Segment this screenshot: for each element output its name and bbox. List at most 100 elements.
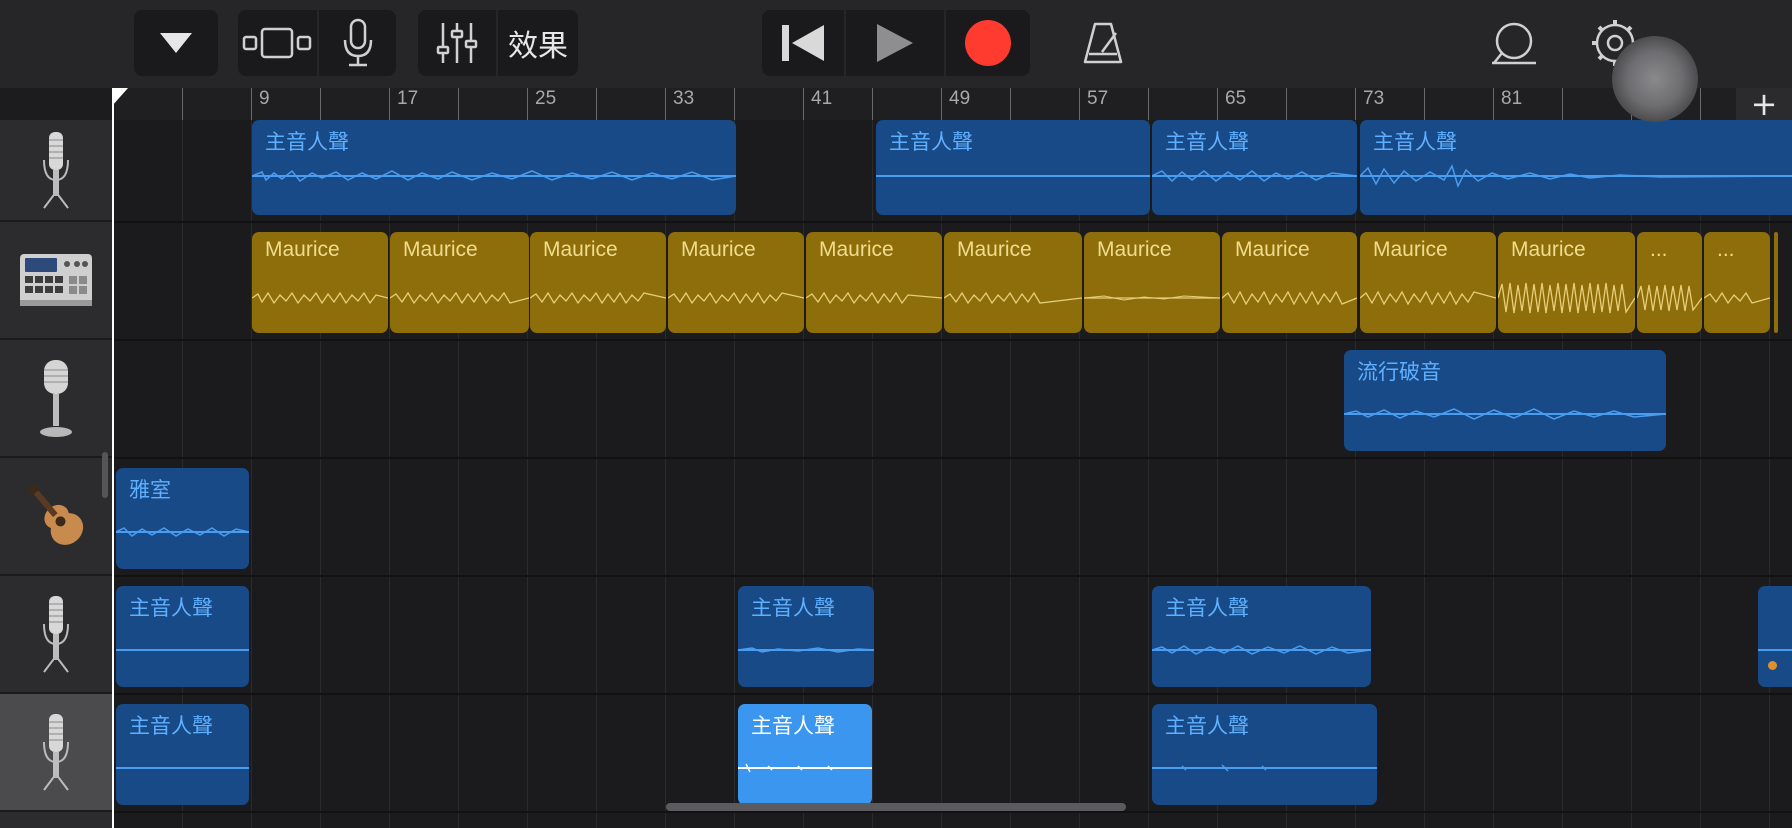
playhead[interactable] — [112, 88, 114, 828]
waveform — [1637, 284, 1702, 312]
waveform — [116, 527, 249, 537]
drummer-region[interactable]: Maurice — [252, 232, 388, 333]
record-icon — [965, 20, 1011, 66]
record-button[interactable] — [946, 10, 1030, 76]
drummer-region[interactable]: Maurice — [390, 232, 529, 333]
audio-region[interactable]: 雅室 — [116, 468, 249, 569]
ruler-bar-number: 25 — [535, 88, 557, 109]
region-label: Maurice — [819, 238, 894, 261]
track-header-1[interactable] — [0, 120, 112, 222]
ruler-bar-number: 57 — [1087, 88, 1109, 109]
vertical-scrollbar[interactable] — [102, 452, 108, 498]
track-header-4[interactable] — [0, 458, 112, 576]
waveform — [390, 291, 529, 305]
waveform — [116, 649, 249, 651]
tracks-view-button[interactable] — [238, 10, 316, 76]
audio-region[interactable]: 主音人聲 — [1152, 704, 1377, 805]
region-label: Maurice — [957, 238, 1032, 261]
region-label: 流行破音 — [1357, 360, 1441, 384]
region-label: 主音人聲 — [1165, 130, 1249, 154]
studio-microphone-icon — [43, 596, 69, 673]
track-header-5[interactable] — [0, 576, 112, 694]
drummer-region[interactable]: Maurice — [1222, 232, 1357, 333]
waveform — [738, 647, 874, 653]
loop-browser-button[interactable] — [1478, 10, 1548, 76]
playhead-handle[interactable] — [112, 88, 128, 106]
waveform — [1084, 295, 1220, 301]
skip-back-icon — [782, 25, 824, 61]
tracks-menu-button[interactable] — [134, 10, 218, 76]
region-label: Maurice — [1511, 238, 1586, 261]
rewind-button[interactable] — [762, 10, 844, 76]
ruler-bar-number: 65 — [1225, 88, 1247, 109]
drummer-region[interactable]: ... — [1637, 232, 1702, 333]
region-label: 主音人聲 — [1165, 596, 1249, 620]
drummer-region[interactable]: Maurice — [944, 232, 1082, 333]
audio-region[interactable]: 主音人聲 — [1360, 120, 1792, 215]
audio-region[interactable]: 主音人聲 — [1152, 586, 1371, 687]
region-label: 主音人聲 — [129, 596, 213, 620]
region-label: ... — [1650, 238, 1668, 261]
waveform — [1152, 645, 1371, 655]
drummer-region[interactable]: Maurice — [1498, 232, 1635, 333]
ruler-bar-number: 33 — [673, 88, 695, 109]
region-label: 雅室 — [129, 478, 171, 502]
effects-button[interactable]: 效果 — [498, 10, 578, 76]
add-section-button[interactable]: + — [1736, 85, 1792, 123]
audio-region[interactable]: 主音人聲 — [116, 586, 249, 687]
audio-region-selected[interactable]: 主音人聲 — [738, 704, 872, 805]
tracks-area[interactable]: 主音人聲 主音人聲 主音人聲 主音人聲 Maurice Maurice Maur… — [112, 120, 1792, 828]
ruler-bar-number: 9 — [259, 88, 270, 109]
drummer-region[interactable]: Maurice — [530, 232, 666, 333]
drummer-region[interactable]: Maurice — [1360, 232, 1496, 333]
region-label: 主音人聲 — [265, 130, 349, 154]
region-label: Maurice — [543, 238, 618, 261]
tracks-view-icon — [242, 27, 312, 59]
region-marker-dot — [1768, 661, 1777, 670]
studio-microphone-icon — [43, 714, 69, 791]
bar-ruler[interactable]: 9 17 25 33 41 49 57 65 73 81 89 — [112, 88, 1792, 121]
assistive-touch-button[interactable] — [1612, 36, 1698, 122]
ruler-bar-number: 81 — [1501, 88, 1523, 109]
audio-region[interactable]: 流行破音 — [1344, 350, 1666, 451]
track-header-2[interactable] — [0, 222, 112, 340]
track-header-3[interactable] — [0, 340, 112, 458]
audio-region[interactable]: 主音人聲 — [876, 120, 1150, 215]
audio-region[interactable]: 主音人聲 — [116, 704, 249, 805]
metronome-button[interactable] — [1068, 10, 1138, 76]
metronome-icon — [1083, 22, 1123, 64]
drummer-region[interactable]: Maurice — [806, 232, 942, 333]
waveform — [252, 291, 388, 305]
drummer-region[interactable]: Maurice — [668, 232, 804, 333]
audio-region[interactable]: 主音人聲 — [738, 586, 874, 687]
region-label: Maurice — [681, 238, 756, 261]
ruler-bar-number: 49 — [949, 88, 971, 109]
play-button[interactable] — [846, 10, 944, 76]
drummer-region[interactable]: Maurice — [1084, 232, 1220, 333]
drum-machine-icon — [20, 254, 92, 306]
waveform — [252, 169, 736, 183]
region-label: 主音人聲 — [1165, 714, 1249, 738]
audio-region[interactable]: 主音人聲 — [1152, 120, 1357, 215]
track-header-6[interactable] — [0, 694, 112, 812]
waveform — [1360, 290, 1496, 306]
waveform — [876, 175, 1150, 177]
waveform — [944, 291, 1082, 305]
waveform — [1344, 408, 1666, 420]
audio-region-partial[interactable] — [1758, 586, 1792, 687]
control-bar: 效果 — [0, 0, 1792, 88]
region-label: 主音人聲 — [751, 714, 835, 738]
triangle-down-icon — [160, 33, 192, 53]
region-label: 主音人聲 — [129, 714, 213, 738]
horizontal-scrollbar[interactable] — [666, 803, 1126, 811]
microphone-button[interactable] — [319, 10, 396, 76]
track-headers — [0, 120, 112, 828]
mixer-button[interactable] — [418, 10, 496, 76]
waveform — [1360, 164, 1792, 189]
waveform — [668, 291, 804, 305]
audio-region[interactable]: 主音人聲 — [252, 120, 736, 215]
region-label: Maurice — [1097, 238, 1172, 261]
acoustic-guitar-icon — [27, 483, 84, 545]
ruler-bar-number: 41 — [811, 88, 833, 109]
drummer-region[interactable]: ... — [1704, 232, 1770, 333]
